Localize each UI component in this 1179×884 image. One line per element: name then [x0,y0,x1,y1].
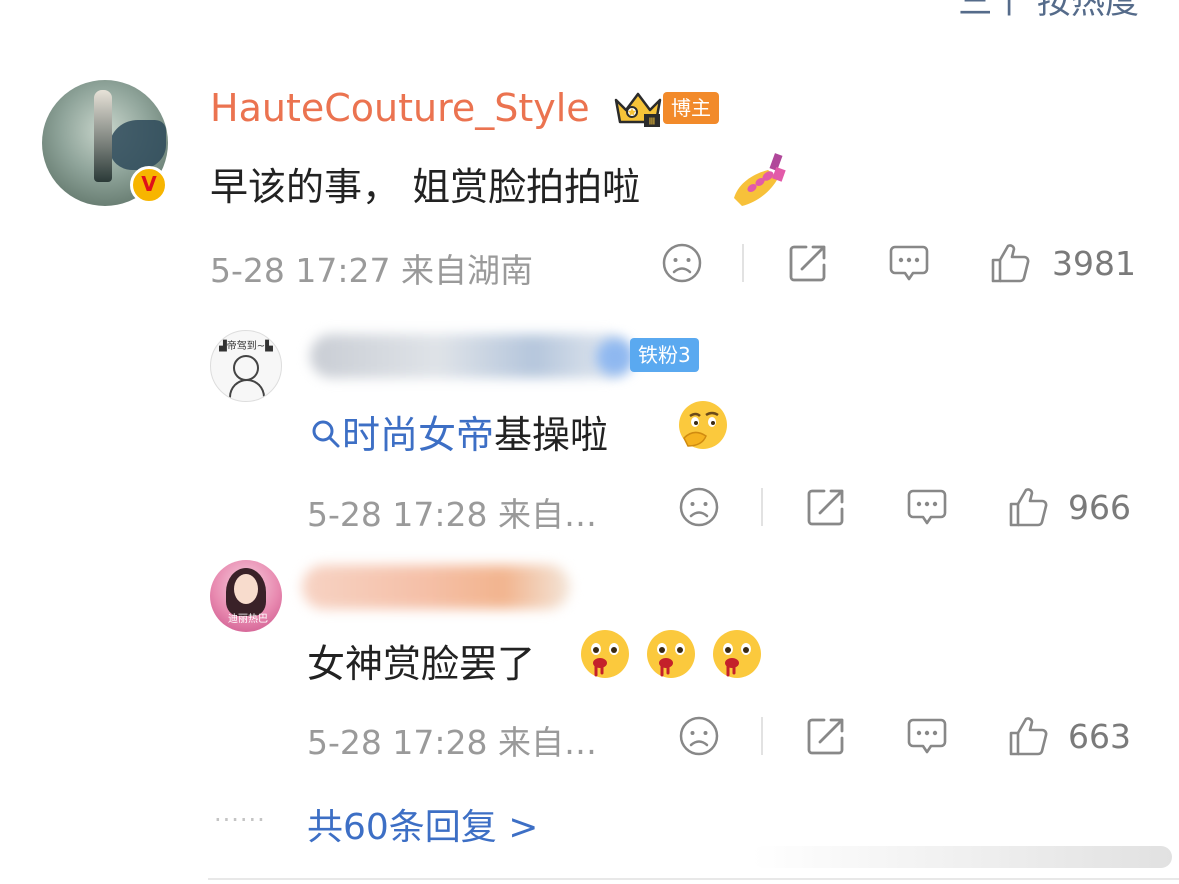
blogger-tag: 博主 [663,92,719,124]
verified-badge: V [130,166,168,204]
drooling-face-icon [647,630,695,678]
divider [761,717,763,755]
comment-icon[interactable] [905,485,949,529]
watermark [752,846,1172,868]
divider [742,244,744,282]
search-topic-link[interactable]: 时尚女帝 [342,413,494,457]
blurred-badge [596,338,634,376]
like-count: 966 [1068,488,1131,527]
timestamp: 5-28 17:28 [307,723,488,762]
drooling-face-icon [713,630,761,678]
comment-text: 早该的事， 姐赏脸拍拍啦 [210,165,641,209]
drooling-face-icon [581,630,629,678]
thumbs-up-icon[interactable] [1006,714,1050,758]
location: 来自湖南 [401,251,533,290]
view-more-replies-link[interactable]: 共60条回复 > [307,798,538,850]
dislike-face-icon[interactable] [660,241,704,285]
comment-username[interactable]: HauteCouture_Style [210,86,590,130]
reply-username-blurred[interactable] [310,334,630,378]
dislike-face-icon[interactable] [677,714,721,758]
dislike-face-icon[interactable] [677,485,721,529]
crown-badge-icon[interactable]: Ⅲ [612,88,664,128]
location: 来自… [498,723,597,762]
share-icon[interactable] [804,714,848,758]
dotted-separator: ······ [214,806,266,834]
nail-polish-icon [734,153,786,206]
reply-text: 女神赏脸罢了 [307,642,536,686]
reply-avatar[interactable]: ▟帝驾到~▙ [210,330,282,402]
reply-text-body: 基操啦 [494,413,609,457]
thinking-face-icon [679,401,727,449]
comment-icon[interactable] [887,241,931,285]
fan-badge: 铁粉3 [630,338,699,372]
sort-by-hot-label[interactable]: 三个 按热度 [958,0,1139,23]
location: 来自… [498,495,597,534]
reply-meta: 5-28 17:28 来自… [307,716,597,764]
reply-avatar[interactable]: 迪丽热巴 [210,560,282,632]
divider [761,488,763,526]
like-count: 3981 [1052,244,1136,283]
like-count: 663 [1068,717,1131,756]
crown-level-label: Ⅲ [649,117,656,128]
share-icon[interactable] [786,241,830,285]
timestamp: 5-28 17:27 [210,251,391,290]
thumbs-up-icon[interactable] [988,241,1032,285]
comment-meta: 5-28 17:27 来自湖南 [210,244,533,292]
comment-icon[interactable] [905,714,949,758]
thumbs-up-icon[interactable] [1006,485,1050,529]
share-icon[interactable] [804,485,848,529]
reply-text: 时尚女帝基操啦 [310,404,608,459]
divider [208,878,1179,880]
search-icon [312,420,340,448]
reply-meta: 5-28 17:28 来自… [307,488,597,536]
timestamp: 5-28 17:28 [307,495,488,534]
reply-username-blurred[interactable] [302,565,570,609]
